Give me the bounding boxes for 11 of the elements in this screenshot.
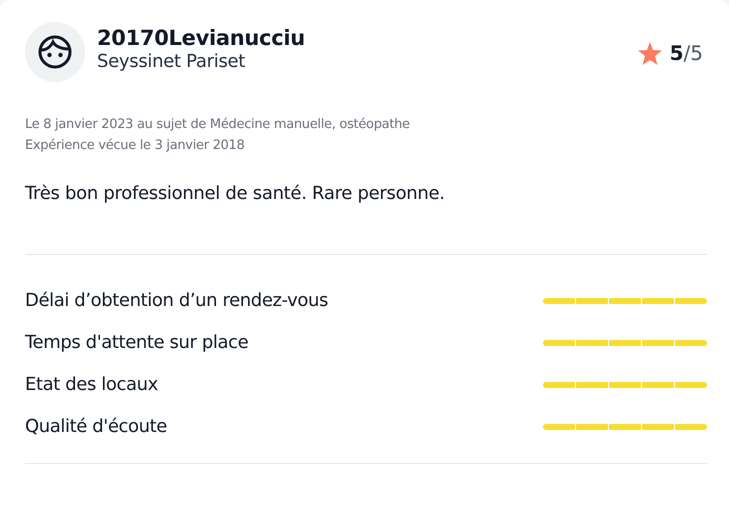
criterion-label: Délai d’obtention d’un rendez-vous — [25, 289, 328, 313]
author-location: Seyssinet Pariset — [97, 51, 246, 74]
review-meta: Le 8 janvier 2023 au sujet de Médecine manuelle, ostéopathe — [25, 116, 411, 134]
criterion-label: Temps d'attente sur place — [25, 331, 248, 355]
criterion-label: Qualité d'écoute — [25, 415, 167, 439]
review-text: Très bon professionnel de santé. Rare personne. — [25, 182, 446, 206]
rating-score: 5/5 — [670, 40, 703, 67]
star-icon — [638, 42, 662, 64]
criterion-label: Etat des locaux — [25, 373, 158, 397]
review-meta: Expérience vécue le 3 janvier 2018 — [25, 137, 246, 155]
author-name: 20170Levianucciu — [97, 26, 306, 52]
